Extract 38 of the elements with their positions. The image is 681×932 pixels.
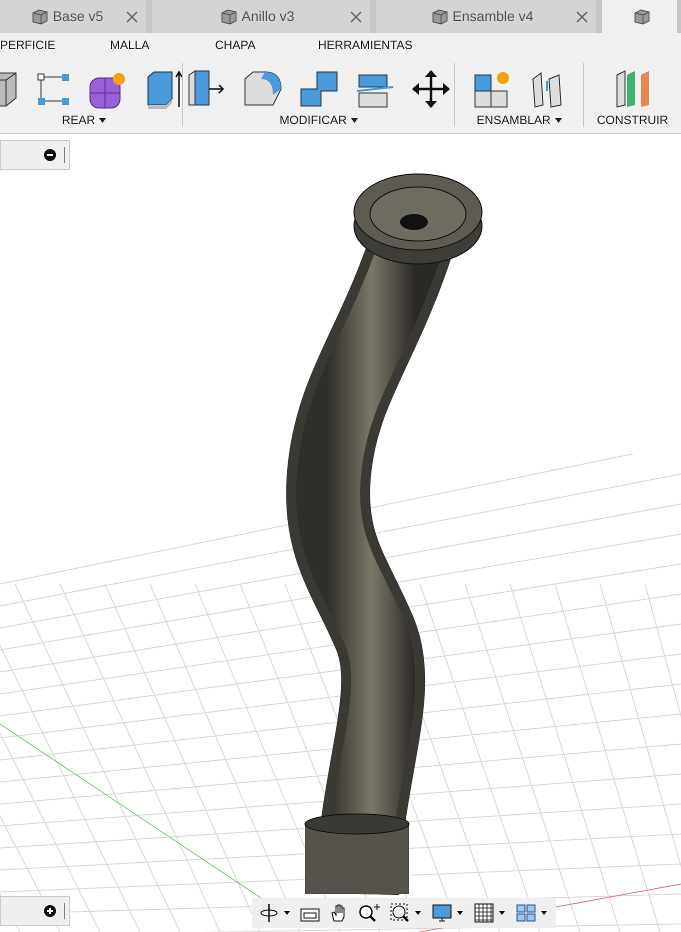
caret-icon xyxy=(350,118,358,122)
combine-icon[interactable] xyxy=(298,69,339,109)
box-icon xyxy=(220,8,238,26)
menu-tab[interactable]: CHAPA xyxy=(215,36,318,54)
tab-title: Ensamble v4 xyxy=(452,7,534,26)
tool-group-menu[interactable]: CONSTRUIR xyxy=(596,111,668,129)
document-tab[interactable]: Base v5 xyxy=(0,0,146,33)
menu-tab[interactable]: PERFICIE xyxy=(0,36,110,54)
viewports-icon[interactable] xyxy=(516,903,548,923)
tool-group-menu[interactable]: MODIFICAR xyxy=(279,111,358,129)
box-icon xyxy=(30,8,49,26)
minus-icon[interactable] xyxy=(44,149,56,161)
close-icon[interactable] xyxy=(576,10,588,22)
zoom-window-icon[interactable] xyxy=(390,903,422,923)
document-tab[interactable]: Ensamble v4 xyxy=(376,0,596,33)
browser-panel[interactable] xyxy=(0,140,70,170)
box-icon xyxy=(632,8,650,26)
tool-group-menu[interactable]: ENSAMBLAR xyxy=(476,111,562,129)
caret-icon xyxy=(99,118,106,122)
orbit-icon[interactable] xyxy=(260,903,290,923)
tool-group-menu[interactable]: REAR xyxy=(62,111,106,129)
menu-tab[interactable]: MALLA xyxy=(110,36,215,54)
caret-icon xyxy=(554,118,562,122)
tab-title: Base v5 xyxy=(52,7,104,26)
display-icon[interactable] xyxy=(432,903,464,923)
document-tab[interactable]: Anillo v3 xyxy=(152,0,370,33)
form-icon[interactable] xyxy=(88,70,128,110)
grid-icon[interactable] xyxy=(474,903,506,923)
comments-panel[interactable] xyxy=(0,896,70,926)
document-tab[interactable] xyxy=(602,0,677,33)
close-icon[interactable] xyxy=(126,10,138,22)
menu-tab[interactable]: HERRAMIENTAS xyxy=(318,36,438,54)
close-icon[interactable] xyxy=(350,10,362,22)
move-arrows-icon[interactable] xyxy=(410,69,451,109)
tab-title: Anillo v3 xyxy=(242,7,294,26)
box-icon xyxy=(430,8,449,26)
zoom-icon[interactable] xyxy=(358,903,380,923)
plus-icon[interactable] xyxy=(44,905,56,917)
